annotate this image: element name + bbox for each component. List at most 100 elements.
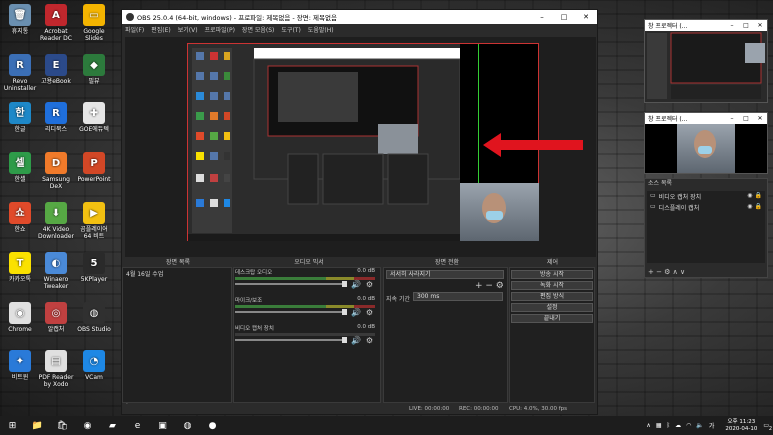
speaker-icon[interactable]: 🔊 (351, 308, 361, 317)
desktop-shortcut[interactable]: 🗑 휴지통 (2, 4, 38, 35)
desktop-shortcut[interactable]: ⬇ 4K Video Downloader (38, 202, 74, 240)
windows-start-icon[interactable]: ⊞ (0, 416, 25, 435)
store-icon[interactable]: 🛍 (50, 416, 75, 435)
desktop-shortcut[interactable]: D Samsung DeX (38, 152, 74, 190)
transition-add-remove-config[interactable]: + − ⚙ (475, 281, 504, 291)
volume-slider[interactable] (235, 337, 347, 343)
desktop-shortcut[interactable]: R Revo Uninstaller (2, 54, 38, 92)
gear-icon[interactable]: ⚙ (366, 280, 373, 289)
taskbar-apps: ⊞ 📁 🛍 ◉ ▰ e ▣ ◍ ● (0, 416, 225, 435)
wifi-icon[interactable]: ◠ (686, 422, 691, 429)
projector-window-1[interactable]: 창 프로젝터 (... – □ ✕ (644, 19, 768, 103)
notification-icon[interactable]: ▭ 2 (763, 422, 772, 432)
obs-window[interactable]: OBS 25.0.4 (64-bit, windows) - 프로파일: 제목없… (121, 9, 598, 415)
menu-help[interactable]: 도움말(H) (308, 25, 334, 34)
desktop-shortcut-label: 5KPlayer (80, 276, 108, 283)
files-icon[interactable]: ▣ (150, 416, 175, 435)
lock-icon[interactable]: 🔒 (755, 192, 762, 201)
preview-area[interactable] (125, 37, 596, 257)
menu-file[interactable]: 파일(F) (125, 25, 144, 34)
source-tools[interactable]: + − ⚙ ∧ ∨ (648, 268, 685, 276)
start-recording-button[interactable]: 녹화 시작 (511, 281, 593, 290)
close-button[interactable]: ✕ (753, 115, 767, 122)
close-button[interactable]: ✕ (575, 13, 597, 21)
chrome-taskbar-icon[interactable]: ◉ (75, 416, 100, 435)
taskbar-clock[interactable]: 오후 11:23 2020-04-10 (725, 419, 757, 433)
gear-icon[interactable]: ⚙ (366, 308, 373, 317)
desktop-shortcut[interactable]: ◆ 필뷰 (76, 54, 112, 85)
menu-edit[interactable]: 편집(E) (151, 25, 171, 34)
desktop-shortcut[interactable]: 셀 한셀 (2, 152, 38, 183)
volume-icon[interactable]: 🔈 (696, 422, 703, 429)
duration-input[interactable]: 300 ms (413, 292, 503, 301)
desktop-shortcut[interactable]: P PowerPoint (76, 152, 112, 183)
gear-icon[interactable]: ⚙ (366, 336, 373, 345)
projector-window-2[interactable]: 창 프로젝터 (... – □ ✕ (644, 112, 768, 174)
hancell-icon: 셀 (9, 152, 31, 174)
menu-view[interactable]: 보기(V) (178, 25, 198, 34)
exit-button[interactable]: 끝내기 (511, 314, 593, 323)
webcam-feed[interactable] (460, 183, 539, 241)
speaker-icon[interactable]: 🔊 (351, 336, 361, 345)
minimize-button[interactable]: – (725, 115, 739, 122)
network-icon[interactable]: ▦ (656, 422, 662, 429)
desktop-shortcut[interactable]: 한 한글 (2, 102, 38, 133)
desktop-shortcut[interactable]: A Acrobat Reader DC (38, 4, 74, 42)
start-streaming-button[interactable]: 방송 시작 (511, 270, 593, 279)
studio-mode-button[interactable]: 편집 방식 (511, 292, 593, 301)
projector-titlebar[interactable]: 창 프로젝터 (... – □ ✕ (645, 20, 767, 31)
obs-titlebar[interactable]: OBS 25.0.4 (64-bit, windows) - 프로파일: 제목없… (122, 10, 597, 24)
ime-icon[interactable]: 가 (709, 421, 715, 430)
speaker-icon[interactable]: 🔊 (351, 280, 361, 289)
desktop-shortcut[interactable]: ▤ PDF Reader by Xodo (38, 350, 74, 388)
lock-icon[interactable]: 🔒 (755, 203, 762, 212)
scene-item[interactable]: 4월 16일 수업 (123, 268, 231, 279)
menu-profile[interactable]: 프로파일(P) (205, 25, 235, 34)
obs-statusbar: LIVE: 00:00:00 REC: 00:00:00 CPU: 4.0%, … (122, 404, 597, 414)
desktop-shortcut[interactable]: T 카카오톡 (2, 252, 38, 283)
desktop-shortcut[interactable]: ◐ Winaero Tweaker (38, 252, 74, 290)
app-taskbar-icon[interactable]: ● (200, 416, 225, 435)
source-item[interactable]: ▭ 비디오 캡처 장치 ◉ 🔒 (647, 191, 765, 202)
file-explorer-icon[interactable]: 📁 (25, 416, 50, 435)
minimize-button[interactable]: – (531, 13, 553, 21)
settings-button[interactable]: 설정 (511, 303, 593, 312)
maximize-button[interactable]: □ (553, 13, 575, 21)
desktop-shortcut[interactable]: E 고용eBook (38, 54, 74, 85)
menu-tools[interactable]: 도구(T) (281, 25, 300, 34)
revo-uninstaller-icon: R (9, 54, 31, 76)
desktop-shortcut[interactable]: ◔ VCam (76, 350, 112, 381)
volume-slider[interactable] (235, 309, 347, 315)
maximize-button[interactable]: □ (739, 115, 753, 122)
4k-video-icon: ⬇ (45, 202, 67, 224)
close-button[interactable]: ✕ (753, 22, 767, 29)
desktop-shortcut[interactable]: R 리디북스 (38, 102, 74, 133)
desktop-shortcut[interactable]: ✦ 비트윈 (2, 350, 38, 381)
chevron-up-icon[interactable]: ∧ (646, 422, 650, 429)
desktop-shortcut[interactable]: 5 5KPlayer (76, 252, 112, 283)
desktop-shortcut[interactable]: ▶ 곰플레이어 64 비트 (76, 202, 112, 240)
between-icon: ✦ (9, 350, 31, 372)
maximize-button[interactable]: □ (739, 22, 753, 29)
minimize-button[interactable]: – (725, 22, 739, 29)
transition-select[interactable]: 서서히 사라지기 (386, 270, 504, 279)
bluetooth-icon[interactable]: ᛒ (666, 422, 670, 429)
desktop-shortcut[interactable]: ◎ 알캡처 (38, 302, 74, 333)
menu-scene-collection[interactable]: 장면 모음(S) (242, 25, 274, 34)
eye-icon[interactable]: ◉ (747, 192, 752, 201)
projector-titlebar[interactable]: 창 프로젝터 (... – □ ✕ (645, 113, 767, 124)
desktop-shortcut[interactable]: 쇼 한쇼 (2, 202, 38, 233)
desktop-shortcut-label: 고용eBook (41, 78, 71, 85)
sticky-notes-icon[interactable]: ▰ (100, 416, 125, 435)
source-item[interactable]: ▭ 디스플레이 캡처 ◉ 🔒 (647, 202, 765, 213)
cloud-icon[interactable]: ☁ (675, 422, 681, 429)
desktop-shortcut[interactable]: ◉ Chrome (2, 302, 38, 333)
volume-slider[interactable] (235, 281, 347, 287)
eye-icon[interactable]: ◉ (747, 203, 752, 212)
edge-icon[interactable]: e (125, 416, 150, 435)
desktop-shortcut[interactable]: ◍ OBS Studio (76, 302, 112, 333)
preview-canvas[interactable] (187, 43, 583, 241)
obs-taskbar-icon[interactable]: ◍ (175, 416, 200, 435)
desktop-shortcut[interactable]: ▭ Google Slides (76, 4, 112, 42)
desktop-shortcut[interactable]: ✚ GOE에듀텍 (76, 102, 112, 133)
